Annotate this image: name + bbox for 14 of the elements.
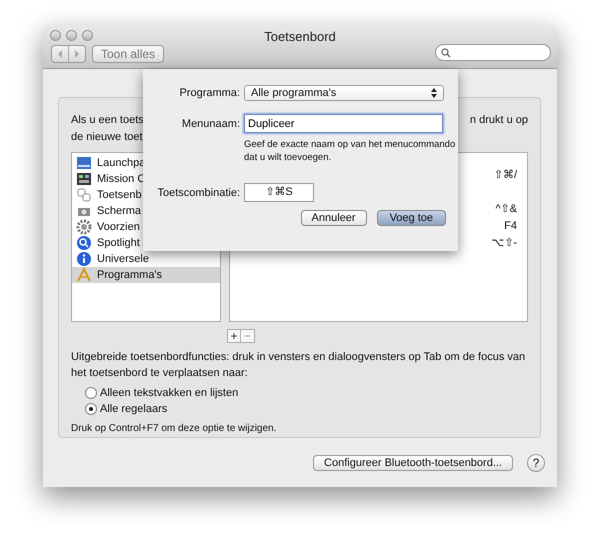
window-title: Toetsenbord [264, 28, 336, 44]
shortcut-keys: ⇧⌘/ [494, 167, 517, 184]
field-label: Menunaam: [180, 118, 241, 130]
description-text: Uitgebreide toetsenbordfuncties: druk in vensters en dialoogvensters op Tab om de focus van het toetsenbord te verplaatsen naar: [71, 350, 526, 381]
field-label: Toetscombinatie: [156, 186, 241, 198]
shortcut-keys: ^⇧& [496, 201, 517, 218]
field-label: Programma: [178, 87, 241, 99]
shortcut-keys: ⌥⇧- [491, 235, 517, 252]
intro-text: n drukt u op [470, 113, 528, 128]
shortcut-keys: F4 [504, 218, 517, 235]
hint-text: Druk op Control+F7 om deze optie te wijzigen. [71, 423, 278, 434]
hint-text: Geef de exacte naam op van het menucommando dat u wilt toevoegen. [244, 138, 456, 164]
intro-text: Als u een toets [71, 113, 144, 128]
intro-text: de nieuwe toet [71, 130, 143, 145]
